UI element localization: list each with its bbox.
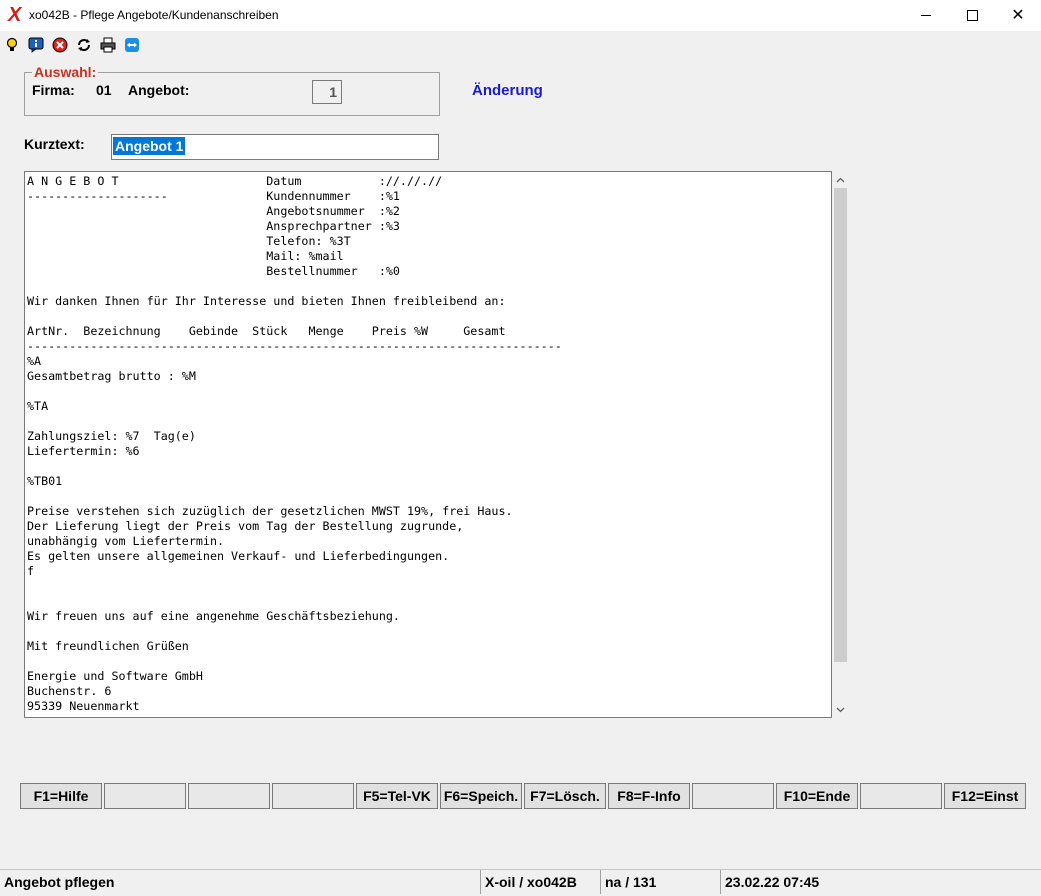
maximize-icon [966, 10, 978, 21]
kurztext-value[interactable]: Angebot 1 [113, 137, 186, 155]
teamviewer-icon[interactable] [124, 37, 140, 53]
document-line: Buchenstr. 6 [27, 684, 112, 698]
f10-end-button[interactable]: F10=Ende [776, 783, 858, 809]
close-icon: ✕ [1011, 6, 1025, 24]
document-line: ----------------------------------------… [27, 339, 562, 353]
document-line: Preise verstehen sich zuzüglich der gese… [27, 504, 513, 518]
document-line: Mail: %mail [27, 249, 344, 263]
document-line: unabhängig vom Liefertermin. [27, 534, 225, 548]
auswahl-legend: Auswahl: [32, 64, 99, 80]
document-line: Wir freuen uns auf eine angenehme Geschä… [27, 609, 400, 623]
document-line: %A [27, 354, 42, 368]
window-title: xo042B - Pflege Angebote/Kundenanschreib… [29, 8, 279, 22]
f3-button[interactable] [188, 783, 270, 809]
info-icon[interactable] [28, 37, 44, 53]
f6-save-button[interactable]: F6=Speich. [440, 783, 522, 809]
document-line: ArtNr. Bezeichnung Gebinde Stück Menge P… [27, 324, 506, 338]
document-line: Angebotsnummer :%2 [27, 204, 400, 218]
document-line: %TA [27, 399, 49, 413]
document-line: Energie und Software GmbH [27, 669, 203, 683]
document-line: -------------------- Kundennummer :%1 [27, 189, 400, 203]
angebot-field[interactable]: 1 [312, 80, 342, 104]
f4-button[interactable] [272, 783, 354, 809]
minimize-button[interactable] [903, 0, 949, 31]
f5-tel-vk-button[interactable]: F5=Tel-VK [356, 783, 438, 809]
refresh-icon[interactable] [76, 37, 92, 53]
angebot-label: Angebot: [128, 82, 190, 98]
scroll-down-icon[interactable] [832, 701, 849, 718]
document-line: Liefertermin: %6 [27, 444, 140, 458]
document-line: Wir danken Ihnen für Ihr Interesse und b… [27, 294, 506, 308]
document-line: Gesamtbetrag brutto : %M [27, 369, 196, 383]
status-datetime: 23.02.22 07:45 [720, 870, 1041, 894]
status-user: na / 131 [600, 870, 720, 894]
firma-value: 01 [96, 82, 112, 98]
document-line: Der Lieferung liegt der Preis vom Tag de… [27, 519, 464, 533]
stop-icon[interactable] [52, 37, 68, 53]
document-line: Mit freundlichen Grüßen [27, 639, 189, 653]
f8-info-button[interactable]: F8=F-Info [608, 783, 690, 809]
kurztext-label: Kurztext: [24, 136, 85, 152]
document-line: 95339 Neuenmarkt [27, 699, 140, 713]
scrollbar-thumb[interactable] [834, 188, 847, 662]
document-line: %TB01 [27, 474, 63, 488]
document-line: Bestellnummer :%0 [27, 264, 400, 278]
document-line: Ansprechpartner :%3 [27, 219, 400, 233]
minimize-icon [921, 15, 931, 16]
lightbulb-icon[interactable] [4, 37, 20, 53]
f1-help-button[interactable]: F1=Hilfe [20, 783, 102, 809]
maximize-button[interactable] [949, 0, 995, 31]
document-line: Telefon: %3T [27, 234, 351, 248]
f7-delete-button[interactable]: F7=Lösch. [524, 783, 606, 809]
mode-label: Änderung [472, 82, 543, 99]
status-message: Angebot pflegen [4, 874, 115, 890]
app-logo: X [8, 4, 22, 26]
f2-button[interactable] [104, 783, 186, 809]
status-program: X-oil / xo042B [480, 870, 600, 894]
document-line: A N G E B O T Datum ://.//.// [27, 174, 443, 188]
f12-settings-button[interactable]: F12=Einst [944, 783, 1026, 809]
firma-label: Firma: [32, 82, 75, 98]
document-textarea[interactable]: A N G E B O T Datum ://.//.//-----------… [24, 171, 832, 718]
document-line: Zahlungsziel: %7 Tag(e) [27, 429, 196, 443]
f9-button[interactable] [692, 783, 774, 809]
toolbar [0, 31, 1041, 59]
close-button[interactable]: ✕ [995, 0, 1041, 31]
scroll-up-icon[interactable] [832, 171, 849, 188]
document-line: f [27, 564, 35, 578]
f11-button[interactable] [860, 783, 942, 809]
document-line: Es gelten unsere allgemeinen Verkauf- un… [27, 549, 450, 563]
document-text: A N G E B O T Datum ://.//.//-----------… [27, 174, 562, 714]
print-icon[interactable] [100, 37, 116, 53]
